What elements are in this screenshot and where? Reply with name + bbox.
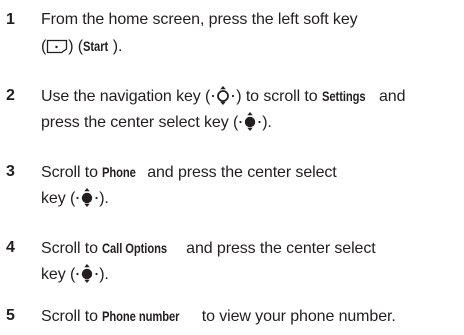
step-line: Scroll to Phone number to view your phon… bbox=[41, 303, 460, 330]
left-soft-key-icon bbox=[47, 39, 68, 54]
step-text: Scroll to Phone and press the center sel… bbox=[41, 159, 460, 212]
step-line: Scroll to Phone and press the center sel… bbox=[41, 159, 460, 186]
step-line: Scroll to Call Options and press the cen… bbox=[41, 235, 460, 262]
step-line: Use the navigation key () to scroll to S… bbox=[41, 83, 460, 110]
center-select-key-icon bbox=[239, 112, 261, 131]
step-text: Use the navigation key () to scroll to S… bbox=[41, 83, 460, 136]
instruction-steps: 1 From the home screen, press the left s… bbox=[0, 0, 464, 335]
step-line: key (). bbox=[41, 262, 460, 288]
menu-term: Phone number bbox=[102, 308, 180, 324]
step-line: () (Start). bbox=[41, 33, 460, 60]
step-text: Scroll to Call Options and press the cen… bbox=[41, 235, 460, 288]
step-text: From the home screen, press the left sof… bbox=[41, 7, 460, 60]
step-number: 2 bbox=[6, 87, 15, 104]
center-select-key-icon bbox=[76, 188, 98, 207]
step-line: From the home screen, press the left sof… bbox=[41, 11, 358, 28]
step-number: 1 bbox=[6, 11, 15, 28]
menu-term: Call Options bbox=[102, 240, 168, 256]
step-number: 3 bbox=[6, 163, 15, 180]
menu-term: Start bbox=[83, 38, 109, 54]
step-number: 4 bbox=[6, 239, 15, 256]
step-number: 5 bbox=[6, 307, 15, 324]
step-text: Scroll to Phone number to view your phon… bbox=[41, 303, 460, 330]
step-line: press the center select key (). bbox=[41, 110, 460, 136]
menu-term: Phone bbox=[102, 164, 137, 180]
navigation-key-icon bbox=[212, 86, 235, 105]
center-select-key-icon bbox=[76, 264, 98, 283]
step-line: key (). bbox=[41, 186, 460, 212]
menu-term: Settings bbox=[321, 88, 366, 104]
